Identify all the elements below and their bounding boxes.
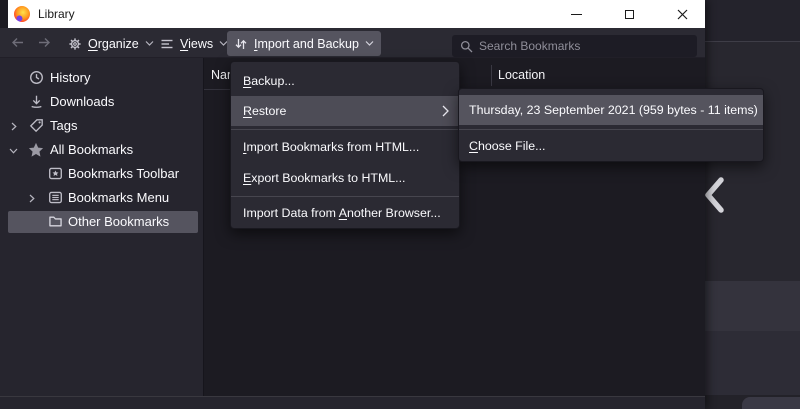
back-arrow-icon [12, 38, 23, 47]
sidebar-item-other-bookmarks[interactable]: Other Bookmarks [0, 210, 203, 234]
search-bookmarks-box[interactable] [452, 35, 697, 57]
menu-item-label: Backup... [243, 74, 295, 88]
menu-item-label: Restore [243, 104, 287, 118]
sidebar-item-label: Downloads [50, 94, 115, 109]
views-label: Views [180, 36, 214, 51]
clock-icon [30, 71, 43, 84]
menu-separator [459, 129, 763, 130]
minimize-button[interactable] [553, 0, 599, 28]
organize-label: Organize [88, 36, 139, 51]
minimize-icon [570, 13, 582, 15]
column-header-location[interactable]: Location [498, 61, 545, 90]
submenu-item-backup-file[interactable]: Thursday, 23 September 2021 (959 bytes -… [459, 95, 763, 125]
tag-icon [29, 119, 43, 133]
folder-icon [49, 216, 62, 227]
close-button[interactable] [659, 0, 705, 28]
maximize-button[interactable] [606, 0, 652, 28]
download-icon [31, 95, 42, 108]
list-icon [161, 39, 173, 48]
menu-item-label: Export Bookmarks to HTML... [243, 170, 406, 185]
organize-button[interactable]: Organize [61, 31, 161, 56]
sidebar-item-bookmarks-toolbar[interactable]: Bookmarks Toolbar [0, 162, 203, 186]
import-and-backup-menu: Backup... Restore Import Bookmarks from … [230, 61, 460, 229]
maximize-icon [624, 9, 634, 19]
forward-arrow-icon [39, 38, 50, 47]
submenu-item-label: Thursday, 23 September 2021 (959 bytes -… [469, 103, 758, 117]
sidebar-item-label: Bookmarks Menu [68, 190, 170, 205]
sidebar-item-all-bookmarks[interactable]: All Bookmarks [0, 138, 203, 162]
bookmarks-menu-icon [49, 191, 62, 204]
sidebar-item-label: Bookmarks Toolbar [68, 166, 180, 181]
expander-expanded-icon[interactable] [9, 148, 18, 154]
menu-separator [231, 196, 459, 197]
close-icon [677, 9, 687, 19]
menu-item-import-data-from-another-browser[interactable]: Import Data from Another Browser... [231, 199, 459, 226]
menu-item-import-bookmarks-from-html[interactable]: Import Bookmarks from HTML... [231, 132, 459, 162]
window-title: Library [38, 7, 75, 21]
sidebar-item-label: History [50, 70, 91, 85]
bookmarks-toolbar-icon [49, 167, 62, 180]
menu-item-restore[interactable]: Restore [231, 96, 459, 126]
import-and-backup-label: Import and Backup [254, 36, 359, 51]
back-button[interactable] [9, 35, 26, 50]
background-window-top-band [705, 0, 800, 42]
gear-icon [69, 37, 81, 50]
sidebar-item-label: All Bookmarks [50, 142, 134, 157]
views-button[interactable]: Views [153, 31, 235, 56]
window-bottom-strip [0, 396, 705, 409]
sidebar-item-history[interactable]: History [0, 66, 203, 90]
background-window-button [742, 397, 800, 409]
sidebar-item-label: Other Bookmarks [68, 214, 170, 229]
menu-item-label: Import Data from Another Browser... [243, 205, 441, 220]
menu-item-label: Import Bookmarks from HTML... [243, 140, 420, 154]
column-divider[interactable] [491, 65, 492, 86]
screen: Library Organize Views Import and Backup… [0, 0, 800, 409]
toolbar: Organize Views Import and Backup [0, 28, 705, 58]
search-icon [460, 40, 473, 52]
background-window [705, 0, 800, 409]
titlebar[interactable]: Library [8, 0, 705, 28]
sidebar-item-label: Tags [50, 118, 78, 133]
star-icon [28, 142, 44, 157]
chevron-down-icon [365, 41, 374, 46]
expander-collapsed-icon[interactable] [29, 194, 35, 203]
sidebar-item-tags[interactable]: Tags [0, 114, 203, 138]
submenu-item-choose-file[interactable]: Choose File... [459, 132, 763, 159]
menu-item-export-bookmarks-to-html[interactable]: Export Bookmarks to HTML... [231, 162, 459, 193]
menu-item-backup[interactable]: Backup... [231, 66, 459, 96]
sidebar-item-downloads[interactable]: Downloads [0, 90, 203, 114]
import-and-backup-button[interactable]: Import and Backup [227, 31, 381, 56]
sidebar: History Downloads Tags All Bookmarks Boo… [0, 58, 203, 396]
sidebar-item-bookmarks-menu[interactable]: Bookmarks Menu [0, 186, 203, 210]
restore-submenu: Thursday, 23 September 2021 (959 bytes -… [458, 88, 764, 162]
chevron-left-icon [705, 176, 727, 214]
menu-separator [231, 129, 459, 130]
background-window-mid-band [705, 331, 800, 395]
expander-collapsed-icon[interactable] [11, 122, 17, 131]
submenu-item-label: Choose File... [469, 138, 546, 153]
forward-button[interactable] [36, 35, 53, 50]
background-window-light-band [705, 281, 800, 331]
import-export-arrows-icon [235, 38, 247, 49]
firefox-logo-icon [14, 6, 30, 22]
search-input[interactable] [479, 39, 679, 53]
submenu-arrow-icon [442, 105, 449, 117]
